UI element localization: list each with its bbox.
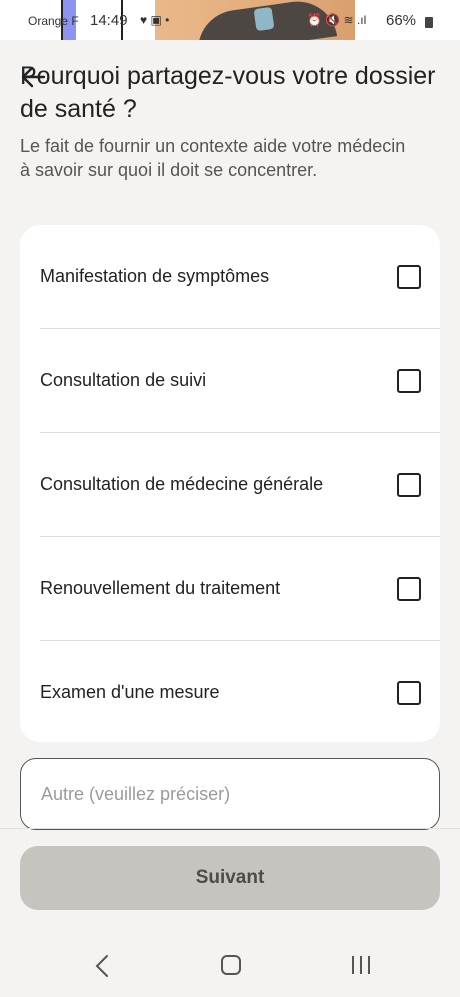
- checkbox[interactable]: [397, 472, 421, 497]
- battery-icon: [425, 17, 433, 28]
- option-label: Consultation de médecine générale: [40, 474, 324, 494]
- notification-icons: ♥ ▣ •: [140, 13, 170, 27]
- option-row-general-medicine[interactable]: Consultation de médecine générale: [20, 433, 440, 536]
- option-row-renewal[interactable]: Renouvellement du traitement: [20, 537, 440, 640]
- option-label: Examen d'une mesure: [40, 682, 220, 702]
- reasons-list: Manifestation de symptômes Consultation …: [20, 225, 440, 742]
- footer-divider: [0, 828, 460, 829]
- system-icons: ⏰ 🔇 ≋ .ıl: [307, 13, 367, 27]
- option-row-follow-up[interactable]: Consultation de suivi: [20, 329, 440, 432]
- page-title: Pourquoi partagez-vous votre dossier de …: [20, 62, 436, 123]
- option-label: Consultation de suivi: [40, 370, 207, 390]
- nav-home-icon[interactable]: [219, 953, 243, 981]
- next-button[interactable]: Suivant: [20, 846, 440, 910]
- checkbox[interactable]: [397, 576, 421, 601]
- other-reason-input[interactable]: [20, 758, 440, 830]
- status-time: 14:49: [90, 12, 128, 29]
- option-row-measurement[interactable]: Examen d'une mesure: [20, 641, 440, 742]
- checkbox[interactable]: [397, 264, 421, 289]
- nav-recent-apps-icon[interactable]: [349, 953, 373, 981]
- option-label: Renouvellement du traitement: [40, 578, 281, 598]
- nav-back-icon[interactable]: [93, 953, 113, 983]
- battery-percent: 66%: [386, 12, 417, 29]
- option-row-symptoms[interactable]: Manifestation de symptômes: [20, 225, 440, 328]
- checkbox[interactable]: [397, 680, 421, 705]
- system-nav-bar: [0, 935, 460, 997]
- page-subtitle: Le fait de fournir un contexte aide votr…: [20, 136, 406, 180]
- option-label: Manifestation de symptômes: [40, 266, 270, 286]
- carrier-label: Orange F: [28, 14, 79, 28]
- checkbox[interactable]: [397, 368, 421, 393]
- status-bar: Orange F 14:49 ♥ ▣ • ⏰ 🔇 ≋ .ıl 66%: [0, 0, 460, 40]
